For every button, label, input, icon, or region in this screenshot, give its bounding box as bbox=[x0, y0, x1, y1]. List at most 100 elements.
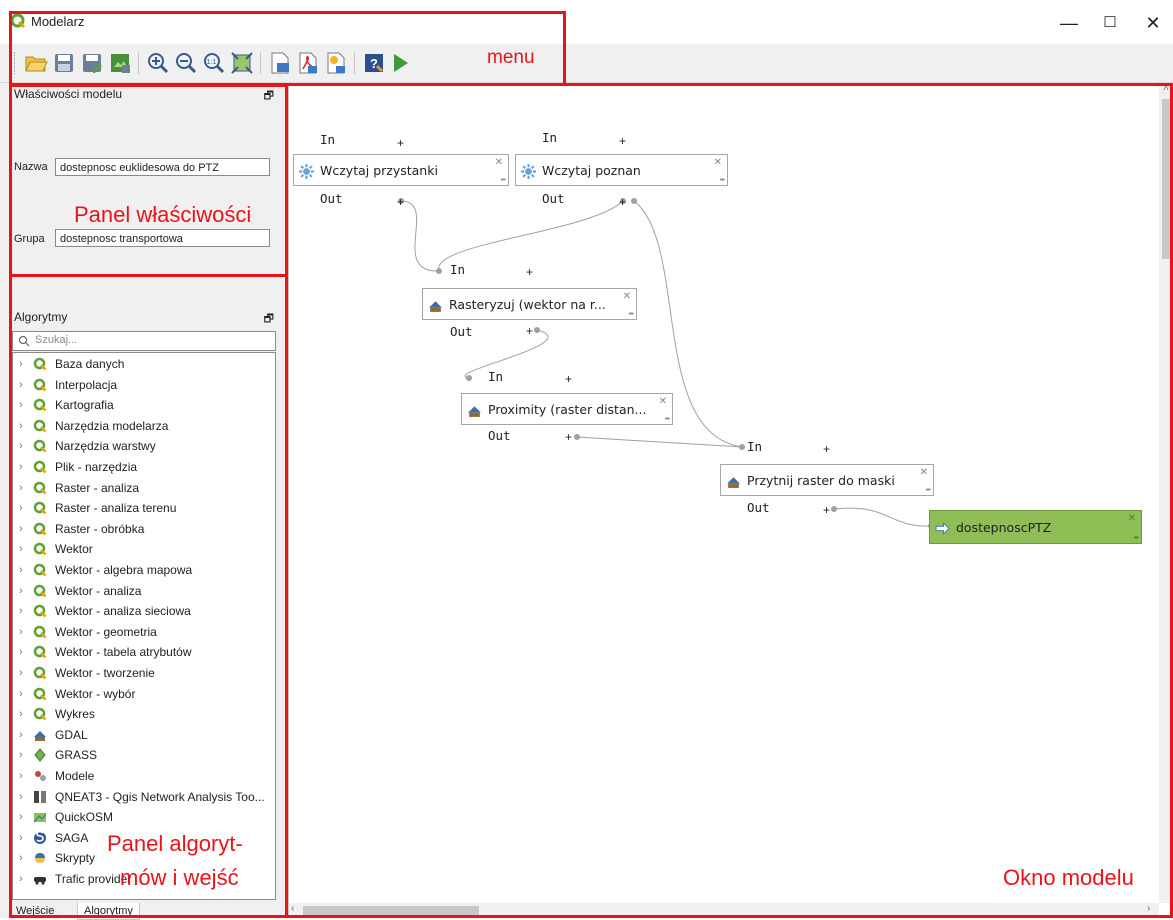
chevron-right-icon[interactable]: › bbox=[19, 354, 23, 374]
port-plus[interactable]: + bbox=[619, 195, 626, 209]
tree-item[interactable]: › QNEAT3 - Qgis Network Analysis Too... bbox=[13, 787, 275, 808]
tree-item[interactable]: › Wektor - analiza bbox=[13, 581, 275, 602]
undock-icon[interactable]: 🗗 bbox=[264, 87, 274, 106]
node-options-icon[interactable]: ••• bbox=[1134, 535, 1139, 542]
export-svg-icon[interactable] bbox=[324, 51, 348, 75]
minimize-button[interactable]: — bbox=[1052, 10, 1086, 36]
scroll-up-icon[interactable]: ˄ bbox=[1163, 83, 1169, 94]
node-input-przystanki[interactable]: Wczytaj przystanki ✕ ••• bbox=[293, 154, 509, 186]
node-input-poznan[interactable]: Wczytaj poznan ✕ ••• bbox=[515, 154, 728, 186]
tree-item[interactable]: › Narzędzia warstwy bbox=[13, 436, 275, 457]
tree-item[interactable]: › GRASS bbox=[13, 745, 275, 766]
toolbar-grip[interactable] bbox=[10, 52, 15, 74]
node-options-icon[interactable]: ••• bbox=[926, 487, 931, 494]
tree-item[interactable]: › Wektor - tabela atrybutów bbox=[13, 642, 275, 663]
tab-algorithms[interactable]: Algorytmy bbox=[77, 903, 140, 920]
zoom-full-icon[interactable] bbox=[230, 51, 254, 75]
node-output[interactable]: dostepnoscPTZ ✕ ••• bbox=[929, 510, 1142, 544]
vertical-scrollbar[interactable]: ˄ bbox=[1159, 83, 1173, 903]
port-plus[interactable]: + bbox=[823, 503, 830, 517]
chevron-right-icon[interactable]: › bbox=[19, 725, 23, 745]
tree-item[interactable]: › Narzędzia modelarza bbox=[13, 416, 275, 437]
export-image-icon[interactable] bbox=[268, 51, 292, 75]
close-button[interactable]: ✕ bbox=[1136, 10, 1170, 36]
chevron-right-icon[interactable]: › bbox=[19, 601, 23, 621]
delete-node-icon[interactable]: ✕ bbox=[659, 396, 667, 407]
run-model-icon[interactable] bbox=[388, 51, 412, 75]
chevron-right-icon[interactable]: › bbox=[19, 828, 23, 848]
port-plus[interactable]: + bbox=[397, 195, 404, 209]
chevron-right-icon[interactable]: › bbox=[19, 539, 23, 559]
tree-item[interactable]: › Wektor - algebra mapowa bbox=[13, 560, 275, 581]
node-options-icon[interactable]: ••• bbox=[501, 177, 506, 184]
scroll-right-icon[interactable]: › bbox=[1147, 903, 1150, 914]
node-options-icon[interactable]: ••• bbox=[720, 177, 725, 184]
tree-item[interactable]: › Modele bbox=[13, 766, 275, 787]
save-model-icon[interactable] bbox=[52, 51, 76, 75]
chevron-right-icon[interactable]: › bbox=[19, 766, 23, 786]
chevron-right-icon[interactable]: › bbox=[19, 581, 23, 601]
tree-item[interactable]: › Plik - narzędzia bbox=[13, 457, 275, 478]
algorithm-search-input[interactable]: Szukaj... bbox=[12, 331, 276, 351]
tree-item[interactable]: › GDAL bbox=[13, 725, 275, 746]
scroll-thumb[interactable] bbox=[1162, 99, 1170, 259]
chevron-right-icon[interactable]: › bbox=[19, 457, 23, 477]
chevron-right-icon[interactable]: › bbox=[19, 478, 23, 498]
delete-node-icon[interactable]: ✕ bbox=[714, 157, 722, 168]
node-clip-raster[interactable]: Przytnij raster do maski ✕ ••• bbox=[720, 464, 934, 496]
port-plus[interactable]: + bbox=[397, 136, 404, 150]
model-canvas[interactable]: In + Wczytaj przystanki ✕ ••• Out + In +… bbox=[289, 83, 1173, 918]
chevron-right-icon[interactable]: › bbox=[19, 519, 23, 539]
tab-inputs[interactable]: Wejście bbox=[10, 903, 61, 919]
tree-item[interactable]: › Interpolacja bbox=[13, 375, 275, 396]
chevron-right-icon[interactable]: › bbox=[19, 498, 23, 518]
maximize-button[interactable]: ☐ bbox=[1093, 10, 1127, 36]
port-plus[interactable]: + bbox=[526, 265, 533, 279]
zoom-out-icon[interactable] bbox=[174, 51, 198, 75]
scroll-thumb[interactable] bbox=[303, 906, 479, 915]
tree-item[interactable]: › Wektor - tworzenie bbox=[13, 663, 275, 684]
zoom-actual-icon[interactable]: 1:1 bbox=[202, 51, 226, 75]
tree-item[interactable]: › Raster - analiza bbox=[13, 478, 275, 499]
chevron-right-icon[interactable]: › bbox=[19, 560, 23, 580]
chevron-right-icon[interactable]: › bbox=[19, 663, 23, 683]
tree-item[interactable]: › Wykres bbox=[13, 704, 275, 725]
chevron-right-icon[interactable]: › bbox=[19, 745, 23, 765]
zoom-in-icon[interactable] bbox=[146, 51, 170, 75]
node-rasterize[interactable]: Rasteryzuj (wektor na r... ✕ ••• bbox=[422, 288, 637, 320]
save-model-as-icon[interactable] bbox=[80, 51, 104, 75]
undock-icon[interactable]: 🗗 bbox=[264, 310, 274, 329]
horizontal-scrollbar[interactable]: ‹ › bbox=[289, 903, 1159, 918]
delete-node-icon[interactable]: ✕ bbox=[495, 157, 503, 168]
tree-item[interactable]: › Wektor - analiza sieciowa bbox=[13, 601, 275, 622]
tree-item[interactable]: › Wektor - wybór bbox=[13, 684, 275, 705]
chevron-right-icon[interactable]: › bbox=[19, 642, 23, 662]
chevron-right-icon[interactable]: › bbox=[19, 807, 23, 827]
node-options-icon[interactable]: ••• bbox=[629, 311, 634, 318]
delete-node-icon[interactable]: ✕ bbox=[1128, 513, 1136, 524]
tree-item[interactable]: › QuickOSM bbox=[13, 807, 275, 828]
tree-item[interactable]: › Wektor - geometria bbox=[13, 622, 275, 643]
export-pdf-icon[interactable] bbox=[296, 51, 320, 75]
delete-node-icon[interactable]: ✕ bbox=[623, 291, 631, 302]
tree-item[interactable]: › Wektor bbox=[13, 539, 275, 560]
chevron-right-icon[interactable]: › bbox=[19, 395, 23, 415]
chevron-right-icon[interactable]: › bbox=[19, 416, 23, 436]
model-name-field[interactable]: dostepnosc euklidesowa do PTZ bbox=[55, 158, 270, 176]
node-options-icon[interactable]: ••• bbox=[665, 416, 670, 423]
tree-item[interactable]: › Raster - obróbka bbox=[13, 519, 275, 540]
delete-node-icon[interactable]: ✕ bbox=[920, 467, 928, 478]
chevron-right-icon[interactable]: › bbox=[19, 848, 23, 868]
chevron-right-icon[interactable]: › bbox=[19, 436, 23, 456]
chevron-right-icon[interactable]: › bbox=[19, 869, 23, 889]
port-plus[interactable]: + bbox=[619, 134, 626, 148]
tree-item[interactable]: › Raster - analiza terenu bbox=[13, 498, 275, 519]
scroll-left-icon[interactable]: ‹ bbox=[291, 903, 294, 914]
port-plus[interactable]: + bbox=[565, 372, 572, 386]
chevron-right-icon[interactable]: › bbox=[19, 684, 23, 704]
open-model-icon[interactable] bbox=[24, 51, 48, 75]
tree-item[interactable]: › Kartografia bbox=[13, 395, 275, 416]
port-plus[interactable]: + bbox=[565, 430, 572, 444]
tree-item[interactable]: › Baza danych bbox=[13, 354, 275, 375]
chevron-right-icon[interactable]: › bbox=[19, 622, 23, 642]
